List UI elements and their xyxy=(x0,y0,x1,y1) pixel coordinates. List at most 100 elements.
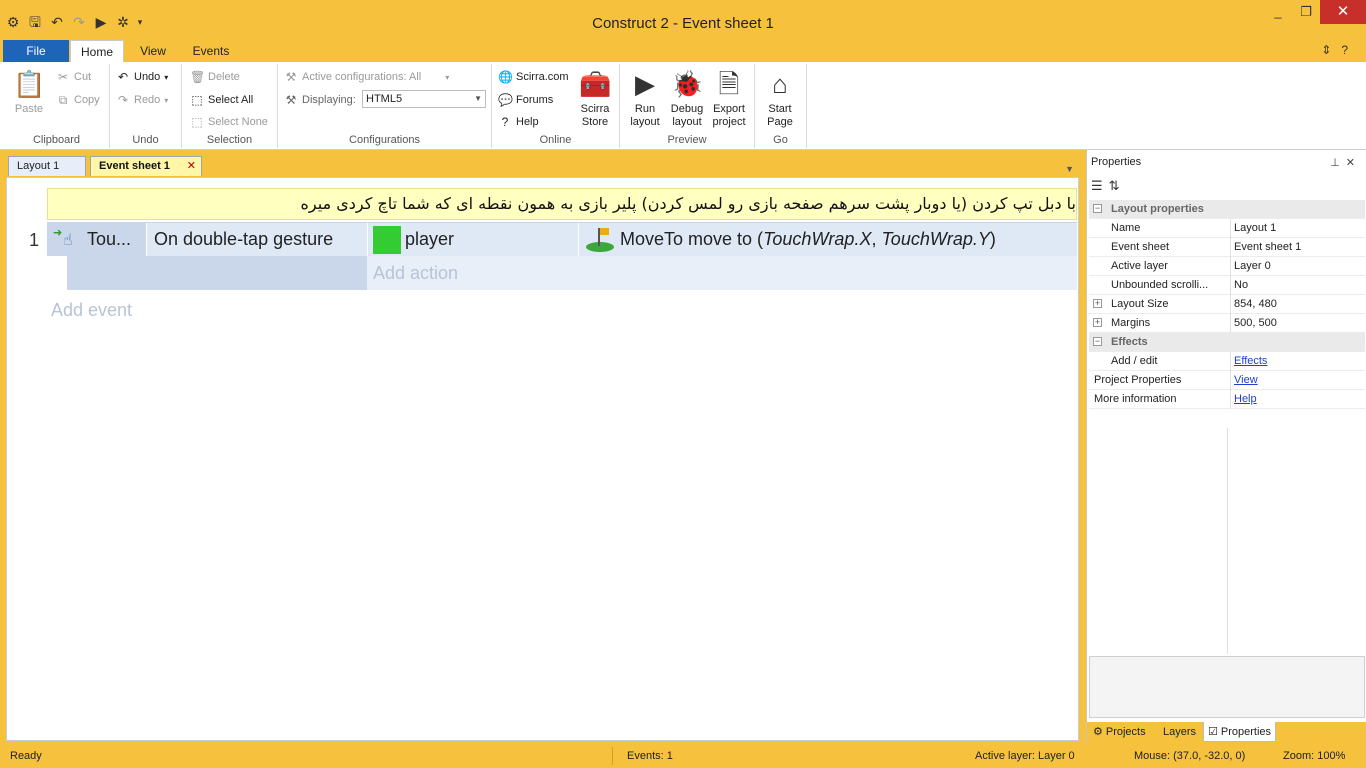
undo-button[interactable]: ↶ Undo ▾ xyxy=(116,70,168,84)
select-all-icon: ⬚ xyxy=(191,93,203,107)
action-object[interactable]: player xyxy=(369,223,579,256)
property-value[interactable]: No xyxy=(1230,276,1365,295)
property-divider xyxy=(1227,428,1228,654)
property-link[interactable]: Help xyxy=(1230,390,1365,409)
property-row[interactable]: + Layout Size 854, 480 xyxy=(1089,295,1365,314)
property-category[interactable]: − Effects xyxy=(1089,333,1365,352)
tabs-dropdown-icon[interactable]: ▼ xyxy=(1065,164,1074,174)
categorized-icon[interactable]: ☰ xyxy=(1091,178,1109,193)
property-row[interactable]: Project Properties View xyxy=(1089,371,1365,390)
scirra-link[interactable]: 🌐 Scirra.com xyxy=(498,70,569,84)
tab-view[interactable]: View xyxy=(130,40,176,62)
property-category[interactable]: − Layout properties xyxy=(1089,200,1365,219)
property-row[interactable]: Unbounded scrolli... No xyxy=(1089,276,1365,295)
displaying-select[interactable]: HTML5 ▼ xyxy=(362,90,486,108)
forums-link[interactable]: 💬 Forums xyxy=(498,93,553,107)
tab-file[interactable]: File xyxy=(3,40,69,62)
projects-icon: ⚙ xyxy=(1093,726,1103,738)
property-name: Event sheet xyxy=(1111,241,1170,253)
expand-icon[interactable]: + xyxy=(1093,318,1102,327)
home-icon: ⌂ xyxy=(772,69,788,99)
property-row[interactable]: + Margins 500, 500 xyxy=(1089,314,1365,333)
undo-label: Undo xyxy=(132,134,159,146)
collapse-icon[interactable]: − xyxy=(1093,337,1102,346)
action-text[interactable]: MoveTo move to (TouchWrap.X, TouchWrap.Y… xyxy=(580,223,1077,256)
status-events: Events: 1 xyxy=(627,750,673,762)
tab-properties[interactable]: ☑ Properties xyxy=(1203,722,1277,742)
delete-button[interactable]: 🗑 Delete xyxy=(190,70,240,84)
sort-az-icon[interactable]: ⇅ xyxy=(1109,178,1126,193)
export-icon: 🗎 xyxy=(718,69,740,99)
ribbon-collapse-icon[interactable]: ⇕ xyxy=(1321,43,1341,57)
run-layout-button[interactable]: ▶ Run layout xyxy=(626,68,664,129)
close-icon[interactable]: ✕ xyxy=(1320,0,1366,24)
status-zoom: Zoom: 100% xyxy=(1283,750,1346,762)
configurations-group: ⚒ Active configurations: All ▾ ⚒ Displaying… xyxy=(278,64,492,148)
property-name: Project Properties xyxy=(1094,374,1182,386)
property-value[interactable]: Layer 0 xyxy=(1230,257,1365,276)
debug-layout-button[interactable]: 🐞 Debug layout xyxy=(668,68,706,129)
event-row[interactable]: ➜ ☝ Tou... On double-tap gesture player M… xyxy=(47,222,1077,256)
event-comment[interactable]: با دبل تپ کردن (یا دوبار پشت سرهم صفحه ب… xyxy=(47,188,1077,220)
tab-home[interactable]: Home xyxy=(70,40,124,62)
tab-layout-1[interactable]: Layout 1 xyxy=(8,156,86,176)
redo-button[interactable]: ↷ Redo ▾ xyxy=(116,93,168,107)
chat-icon: 💬 xyxy=(498,93,513,107)
panel-tabs: ⚙ Projects Layers ☑ Properties xyxy=(1087,722,1366,744)
preview-label: Preview xyxy=(667,134,707,146)
add-action-button[interactable]: Add action xyxy=(367,256,1077,290)
globe-icon: 🌐 xyxy=(498,70,513,84)
cut-button[interactable]: ✂ Cut xyxy=(56,70,91,84)
tab-layers[interactable]: Layers xyxy=(1163,722,1196,742)
property-value[interactable]: 500, 500 xyxy=(1230,314,1365,333)
copy-icon: ⧉ xyxy=(58,93,68,107)
tab-events[interactable]: Events xyxy=(184,40,238,62)
maximize-icon[interactable]: ❐ xyxy=(1292,0,1320,24)
paste-button[interactable]: 📋 Paste xyxy=(10,68,48,116)
property-row[interactable]: Active layer Layer 0 xyxy=(1089,257,1365,276)
property-value[interactable]: Layout 1 xyxy=(1230,219,1365,238)
document-tabs: Layout 1 Event sheet 1 ✕ ▼ xyxy=(0,156,1086,176)
selection-label: Selection xyxy=(206,134,253,146)
property-row[interactable]: Name Layout 1 xyxy=(1089,219,1365,238)
ribbon-help-icon[interactable]: ? xyxy=(1341,43,1358,57)
active-configurations-dropdown[interactable]: ⚒ Active configurations: All ▾ xyxy=(284,70,450,84)
property-row[interactable]: More information Help xyxy=(1089,390,1365,409)
select-none-button[interactable]: ⬚ Select None xyxy=(190,115,268,129)
start-page-button[interactable]: ⌂ Start Page xyxy=(761,68,799,129)
property-row[interactable]: Event sheet Event sheet 1 xyxy=(1089,238,1365,257)
property-grid: − Layout properties Name Layout 1 Event shee… xyxy=(1089,200,1365,409)
ribbon-controls: ⇕? xyxy=(1321,43,1358,57)
minimize-icon[interactable]: _ xyxy=(1264,0,1292,24)
go-label: Go xyxy=(773,134,788,146)
property-link[interactable]: View xyxy=(1230,371,1365,390)
property-link[interactable]: Effects xyxy=(1230,352,1365,371)
close-tab-icon[interactable]: ✕ xyxy=(187,157,196,176)
condition-object[interactable]: ➜ ☝ Tou... xyxy=(47,223,147,256)
redo-icon: ↷ xyxy=(117,93,129,107)
window-title: Construct 2 - Event sheet 1 xyxy=(592,15,774,32)
undo-group: ↶ Undo ▾ ↷ Redo ▾ Undo xyxy=(110,64,182,148)
collapse-icon[interactable]: − xyxy=(1093,204,1102,213)
property-value[interactable]: 854, 480 xyxy=(1230,295,1365,314)
property-value[interactable]: Event sheet 1 xyxy=(1230,238,1365,257)
event-number: 1 xyxy=(29,230,40,250)
tab-projects[interactable]: ⚙ Projects xyxy=(1093,722,1146,742)
scirra-store-button[interactable]: 🧰 Scirra Store xyxy=(576,68,614,129)
cut-icon: ✂ xyxy=(57,70,69,84)
tab-event-sheet-1[interactable]: Event sheet 1 ✕ xyxy=(90,156,202,176)
copy-button[interactable]: ⧉ Copy xyxy=(56,93,100,107)
close-panel-icon[interactable]: ✕ xyxy=(1346,157,1361,169)
property-description xyxy=(1089,656,1365,718)
condition-text[interactable]: On double-tap gesture xyxy=(148,223,368,256)
add-event-button[interactable]: Add event xyxy=(51,300,132,321)
window-controls: _ ❐ ✕ xyxy=(1264,0,1366,24)
export-project-button[interactable]: 🗎 Export project xyxy=(710,68,748,129)
property-row[interactable]: Add / edit Effects xyxy=(1089,352,1365,371)
select-all-button[interactable]: ⬚ Select All xyxy=(190,93,253,107)
help-link[interactable]: ? Help xyxy=(498,115,539,129)
title-bar: ⚙ 🖫 ↶ ↷ ▶ ✲ ▾ Construct 2 - Event sheet … xyxy=(0,0,1366,40)
pin-icon[interactable]: ⊥ xyxy=(1330,157,1346,169)
expand-icon[interactable]: + xyxy=(1093,299,1102,308)
property-name: Layout properties xyxy=(1111,203,1204,215)
